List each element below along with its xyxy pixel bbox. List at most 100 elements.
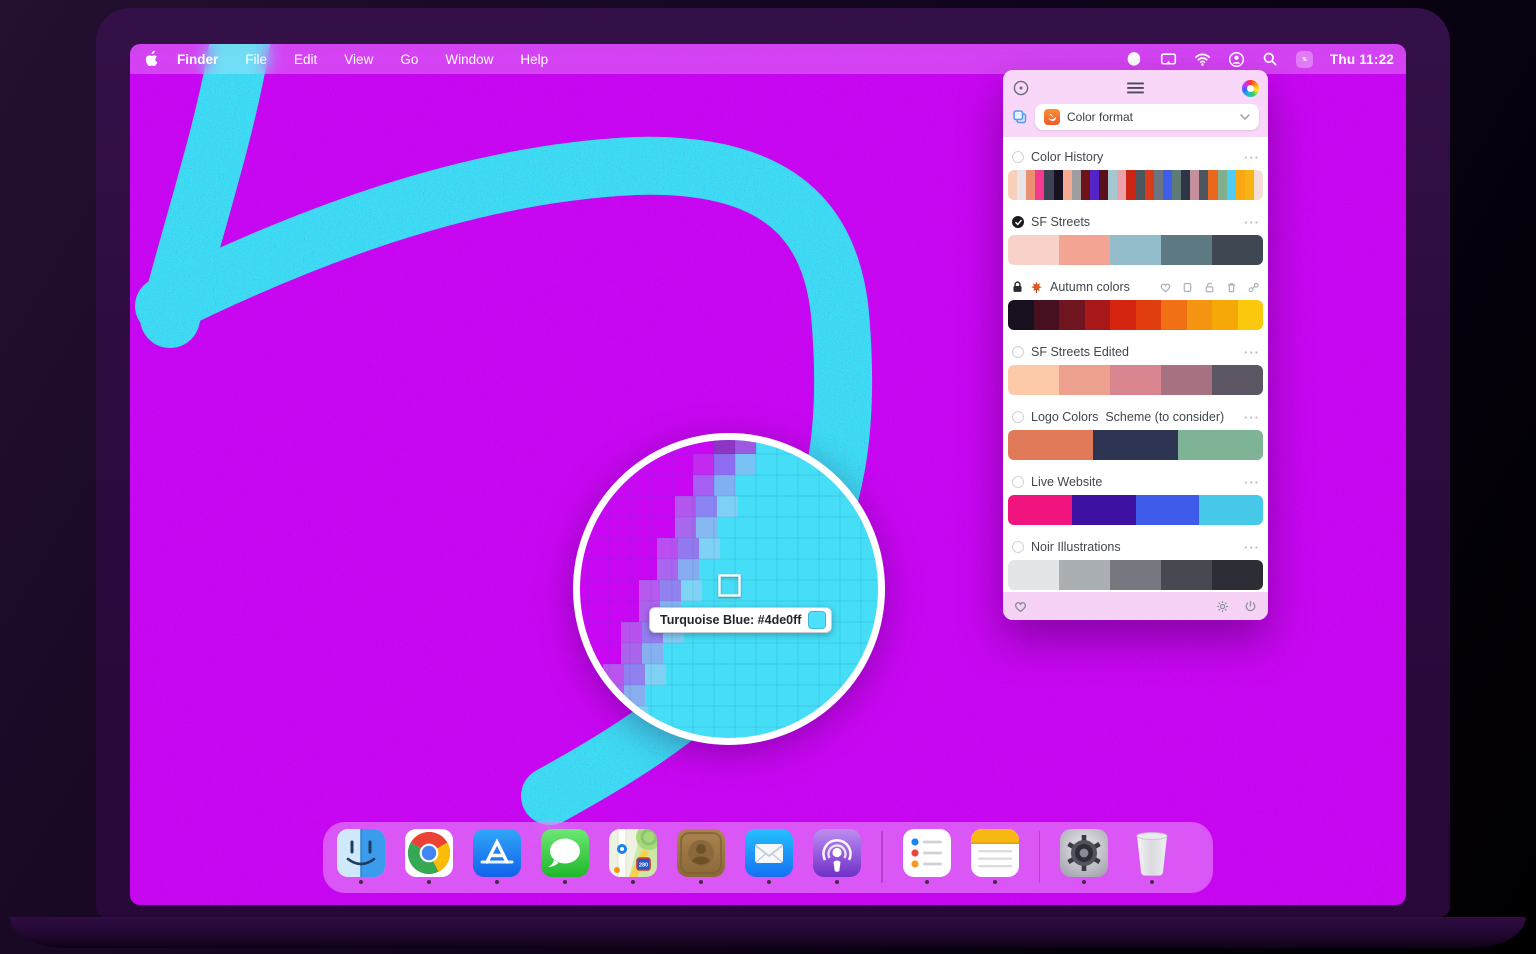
dock-item-notes[interactable] [971, 829, 1019, 884]
more-options-button[interactable]: ··· [1244, 475, 1260, 490]
color-swatch[interactable] [1110, 300, 1136, 330]
color-swatch[interactable] [1008, 430, 1093, 460]
color-swatch[interactable] [1163, 170, 1172, 200]
color-swatch[interactable] [1072, 495, 1136, 525]
color-swatch[interactable] [1035, 170, 1044, 200]
palette-name[interactable]: SF Streets [1031, 215, 1090, 229]
palette-name[interactable]: Color History [1031, 150, 1103, 164]
color-swatch[interactable] [1181, 170, 1190, 200]
unchecked-radio-icon[interactable] [1012, 476, 1024, 488]
palette-name[interactable]: SF Streets Edited [1031, 345, 1129, 359]
color-swatch[interactable] [1254, 170, 1263, 200]
color-swatch[interactable] [1008, 235, 1059, 265]
color-picker-target-icon[interactable] [1012, 79, 1030, 97]
more-options-button[interactable]: ··· [1244, 540, 1260, 555]
menu-finder[interactable]: Finder [177, 52, 218, 67]
menu-help[interactable]: Help [520, 52, 548, 67]
settings-gear-icon[interactable] [1215, 599, 1230, 614]
color-swatch[interactable] [1008, 560, 1059, 590]
unlock-button[interactable] [1203, 281, 1216, 294]
color-swatch[interactable] [1136, 170, 1145, 200]
color-swatch[interactable] [1187, 300, 1213, 330]
favorite-button[interactable] [1159, 281, 1172, 294]
color-swatch[interactable] [1017, 170, 1026, 200]
color-swatch[interactable] [1008, 170, 1017, 200]
color-swatch[interactable] [1154, 170, 1163, 200]
color-swatch[interactable] [1090, 170, 1099, 200]
color-swatch[interactable] [1199, 495, 1263, 525]
search-icon[interactable] [1262, 51, 1279, 68]
color-swatch[interactable] [1190, 170, 1199, 200]
menu-icon[interactable] [1127, 82, 1145, 94]
dock-item-contacts[interactable] [677, 829, 725, 884]
color-swatch[interactable] [1218, 170, 1227, 200]
color-swatch[interactable] [1236, 170, 1245, 200]
dock-item-chrome[interactable] [405, 829, 453, 884]
palette-name[interactable]: Autumn colors [1050, 280, 1130, 294]
palette-name[interactable]: Noir Illustrations [1031, 540, 1121, 554]
color-swatch[interactable] [1145, 170, 1154, 200]
wifi-icon[interactable] [1194, 51, 1211, 68]
color-swatch[interactable] [1136, 300, 1162, 330]
menu-file[interactable]: File [245, 52, 267, 67]
color-swatch[interactable] [1199, 170, 1208, 200]
color-swatch[interactable] [1161, 300, 1187, 330]
color-swatch[interactable] [1099, 170, 1108, 200]
share-button[interactable] [1247, 281, 1260, 294]
color-swatch[interactable] [1108, 170, 1117, 200]
palette-name[interactable]: Live Website [1031, 475, 1102, 489]
menu-view[interactable]: View [344, 52, 373, 67]
more-options-button[interactable]: ··· [1244, 410, 1260, 425]
copy-button[interactable] [1181, 281, 1194, 294]
color-swatch[interactable] [1034, 300, 1060, 330]
color-swatch[interactable] [1110, 560, 1161, 590]
dock-item-system-settings[interactable] [1060, 829, 1108, 884]
dock-item-app-store[interactable] [473, 829, 521, 884]
color-swatch[interactable] [1208, 170, 1217, 200]
colorslurp-blob-icon[interactable] [1126, 51, 1143, 68]
unchecked-radio-icon[interactable] [1012, 151, 1024, 163]
unchecked-radio-icon[interactable] [1012, 541, 1024, 553]
checked-radio-icon[interactable] [1012, 216, 1024, 228]
color-swatch[interactable] [1059, 560, 1110, 590]
more-options-button[interactable]: ··· [1244, 345, 1260, 360]
color-picker-loupe[interactable] [564, 424, 894, 754]
color-swatch[interactable] [1008, 495, 1072, 525]
power-icon[interactable] [1243, 599, 1258, 614]
dock-item-reminders[interactable] [903, 829, 951, 884]
menu-go[interactable]: Go [400, 52, 418, 67]
color-swatch[interactable] [1245, 170, 1254, 200]
dock-item-finder[interactable] [337, 829, 385, 884]
color-swatch[interactable] [1059, 235, 1110, 265]
favorites-icon[interactable] [1013, 599, 1028, 614]
dock-item-maps[interactable]: 280 [609, 829, 657, 884]
unchecked-radio-icon[interactable] [1012, 411, 1024, 423]
color-swatch[interactable] [1117, 170, 1126, 200]
color-swatch[interactable] [1085, 300, 1111, 330]
more-options-button[interactable]: ··· [1244, 215, 1260, 230]
color-swatch[interactable] [1212, 235, 1263, 265]
color-swatch[interactable] [1081, 170, 1090, 200]
color-swatch[interactable] [1054, 170, 1063, 200]
color-swatch[interactable] [1044, 170, 1053, 200]
color-swatch[interactable] [1008, 300, 1034, 330]
dock-item-trash[interactable] [1128, 829, 1176, 884]
palette-name[interactable]: Logo Colors Scheme (to consider) [1031, 410, 1224, 424]
color-swatch[interactable] [1063, 170, 1072, 200]
color-swatch[interactable] [1161, 560, 1212, 590]
apple-logo-icon[interactable] [144, 49, 161, 69]
color-format-dropdown[interactable]: Color format [1035, 104, 1259, 130]
color-swatch[interactable] [1059, 365, 1110, 395]
menu-edit[interactable]: Edit [294, 52, 317, 67]
color-swatch[interactable] [1227, 170, 1236, 200]
color-swatch[interactable] [1212, 365, 1263, 395]
color-swatch[interactable] [1110, 235, 1161, 265]
color-swatch[interactable] [1136, 495, 1200, 525]
more-options-button[interactable]: ··· [1244, 150, 1260, 165]
color-swatch[interactable] [1093, 430, 1178, 460]
color-swatch[interactable] [1126, 170, 1135, 200]
menu-window[interactable]: Window [445, 52, 493, 67]
color-swatch[interactable] [1008, 365, 1059, 395]
account-icon[interactable] [1228, 51, 1245, 68]
dock-item-podcasts[interactable] [813, 829, 861, 884]
